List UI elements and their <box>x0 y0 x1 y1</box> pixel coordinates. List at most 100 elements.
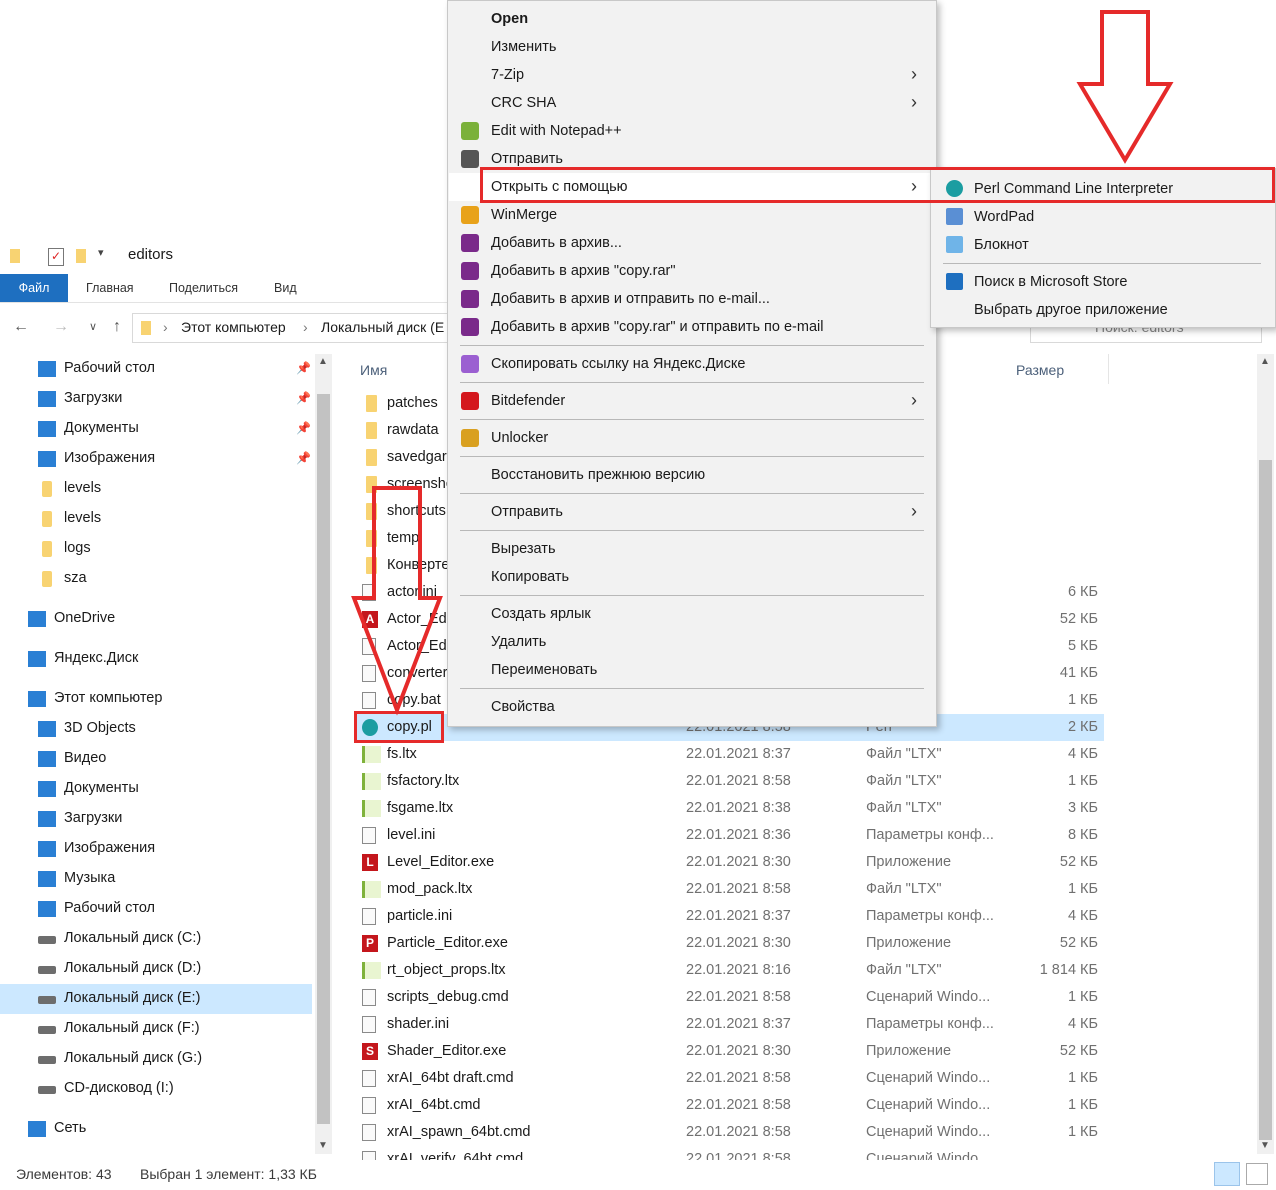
column-divider[interactable] <box>1108 354 1109 384</box>
pin-icon[interactable]: 📌 <box>296 421 311 435</box>
scroll-down-icon[interactable]: ▼ <box>1260 1140 1270 1151</box>
table-row[interactable]: S Shader_Editor.exe 22.01.2021 8:30 Приложе… <box>356 1038 1104 1065</box>
context-menu-item[interactable]: WinMerge <box>449 201 935 229</box>
context-menu-item[interactable]: Восстановить прежнюю версию <box>449 461 935 489</box>
breadcrumb-this-pc[interactable]: Этот компьютер <box>181 319 286 335</box>
nav-scrollbar-thumb[interactable] <box>317 394 330 1124</box>
context-menu-item[interactable]: Добавить в архив и отправить по e-mail..… <box>449 285 935 313</box>
properties-icon[interactable]: ✓ <box>48 248 64 266</box>
table-row[interactable]: xrAI_64bt.cmd 22.01.2021 8:58 Сценарий Win… <box>356 1092 1104 1119</box>
nav-item-label: sza <box>64 570 87 586</box>
nav-item[interactable]: Этот компьютер <box>0 684 312 714</box>
table-row[interactable]: fs.ltx 22.01.2021 8:37 Файл "LTX" 4 КБ <box>356 741 1104 768</box>
tab-home[interactable]: Главная <box>86 274 134 302</box>
context-menu-item[interactable]: Edit with Notepad++ <box>449 117 935 145</box>
context-menu-item[interactable]: Изменить <box>449 33 935 61</box>
nav-item[interactable]: Рабочий стол <box>0 894 312 924</box>
context-menu-item[interactable]: 7-Zip › <box>449 61 935 89</box>
nav-item[interactable]: Сеть <box>0 1114 312 1144</box>
new-folder-icon[interactable] <box>76 249 86 263</box>
tab-view[interactable]: Вид <box>274 274 297 302</box>
nav-item[interactable]: OneDrive <box>0 604 312 634</box>
forward-icon[interactable]: → <box>50 316 72 338</box>
nav-item[interactable]: levels <box>0 474 312 504</box>
context-menu-item[interactable]: Вырезать <box>449 535 935 563</box>
nav-item[interactable]: Локальный диск (C:) <box>0 924 312 954</box>
nav-item[interactable]: Изображения 📌 <box>0 444 312 474</box>
table-row[interactable]: level.ini 22.01.2021 8:36 Параметры конф..… <box>356 822 1104 849</box>
nav-item[interactable]: Документы 📌 <box>0 414 312 444</box>
nav-item[interactable]: Видео <box>0 744 312 774</box>
context-menu-item[interactable]: Создать ярлык <box>449 600 935 628</box>
table-row[interactable]: rt_object_props.ltx 22.01.2021 8:16 Файл "… <box>356 957 1104 984</box>
nav-item[interactable]: CD-дисковод (I:) <box>0 1074 312 1104</box>
chevron-down-icon[interactable]: ▾ <box>98 246 104 259</box>
scroll-up-icon[interactable]: ▲ <box>318 356 328 367</box>
context-menu-item[interactable]: Переименовать <box>449 656 935 684</box>
tab-file[interactable]: Файл <box>0 274 68 302</box>
context-menu-item[interactable]: Добавить в архив "copy.rar" <box>449 257 935 285</box>
context-menu-item[interactable]: Копировать <box>449 563 935 591</box>
recent-chevron-icon[interactable]: ∨ <box>82 316 104 338</box>
context-menu-item[interactable]: Unlocker <box>449 424 935 452</box>
column-header-size[interactable]: Размер <box>1016 362 1064 378</box>
table-row[interactable]: xrAI_spawn_64bt.cmd 22.01.2021 8:58 Сценар… <box>356 1119 1104 1146</box>
nav-item[interactable]: Изображения <box>0 834 312 864</box>
table-row[interactable]: fsfactory.ltx 22.01.2021 8:58 Файл "LTX" 1 … <box>356 768 1104 795</box>
pin-icon[interactable]: 📌 <box>296 451 311 465</box>
documents-icon <box>38 781 56 797</box>
scroll-down-icon[interactable]: ▼ <box>318 1140 328 1151</box>
nav-item[interactable]: Документы <box>0 774 312 804</box>
table-row[interactable]: fsgame.ltx 22.01.2021 8:38 Файл "LTX" 3 КБ <box>356 795 1104 822</box>
nav-item[interactable]: Загрузки <box>0 804 312 834</box>
nav-item[interactable]: Локальный диск (F:) <box>0 1014 312 1044</box>
scroll-up-icon[interactable]: ▲ <box>1260 356 1270 367</box>
context-menu-item[interactable]: Свойства <box>449 693 935 721</box>
nav-item[interactable]: Локальный диск (E:) <box>0 984 312 1014</box>
nav-item[interactable]: Локальный диск (D:) <box>0 954 312 984</box>
nav-item[interactable]: Яндекс.Диск <box>0 644 312 674</box>
breadcrumb[interactable]: › Этот компьютер › Локальный диск (E <box>132 313 464 343</box>
table-row[interactable]: shader.ini 22.01.2021 8:37 Параметры конф.… <box>356 1011 1104 1038</box>
context-menu-item[interactable]: CRC SHA › <box>449 89 935 117</box>
nav-item[interactable]: 3D Objects <box>0 714 312 744</box>
context-menu-item[interactable]: Добавить в архив... <box>449 229 935 257</box>
context-menu-item[interactable]: Bitdefender › <box>449 387 935 415</box>
breadcrumb-drive[interactable]: Локальный диск (E <box>321 319 444 335</box>
open-with-item[interactable]: Блокнот <box>932 231 1274 259</box>
tab-share[interactable]: Поделиться <box>169 274 238 302</box>
context-menu-item[interactable]: Open <box>449 5 935 33</box>
up-icon[interactable]: ↑ <box>106 316 128 338</box>
table-row[interactable]: P Particle_Editor.exe 22.01.2021 8:30 Прило… <box>356 930 1104 957</box>
tiles-view-icon[interactable] <box>1246 1163 1268 1185</box>
nav-item[interactable]: Музыка <box>0 864 312 894</box>
open-with-item[interactable]: WordPad <box>932 203 1274 231</box>
pin-icon[interactable]: 📌 <box>296 361 311 375</box>
table-row[interactable]: xrAI_verify_64bt.cmd 22.01.2021 8:58 Сцена… <box>356 1146 1104 1160</box>
table-row[interactable]: particle.ini 22.01.2021 8:37 Параметры кон… <box>356 903 1104 930</box>
nav-item[interactable]: sza <box>0 564 312 594</box>
open-with-item[interactable]: Поиск в Microsoft Store <box>932 268 1274 296</box>
context-menu-item[interactable]: Удалить <box>449 628 935 656</box>
nav-item[interactable]: Рабочий стол 📌 <box>0 354 312 384</box>
nav-item[interactable]: Локальный диск (G:) <box>0 1044 312 1074</box>
table-row[interactable]: L Level_Editor.exe 22.01.2021 8:30 Приложен… <box>356 849 1104 876</box>
file-size: 1 814 КБ <box>1039 962 1098 978</box>
table-row[interactable]: scripts_debug.cmd 22.01.2021 8:58 Сценарий… <box>356 984 1104 1011</box>
pin-icon[interactable]: 📌 <box>296 391 311 405</box>
column-header-name[interactable]: Имя <box>360 362 387 378</box>
context-menu: Open Изменить 7-Zip › CRC SHA › Edit with Note… <box>447 0 937 727</box>
context-menu-item[interactable]: Скопировать ссылку на Яндекс.Диске <box>449 350 935 378</box>
menu-item-label: Отправить <box>491 504 563 520</box>
back-icon[interactable]: ← <box>10 316 32 338</box>
open-with-item[interactable]: Выбрать другое приложение <box>932 296 1274 324</box>
table-row[interactable]: xrAI_64bt draft.cmd 22.01.2021 8:58 Сценар… <box>356 1065 1104 1092</box>
details-view-icon[interactable] <box>1214 1162 1240 1186</box>
context-menu-item[interactable]: Добавить в архив "copy.rar" и отправить … <box>449 313 935 341</box>
table-row[interactable]: mod_pack.ltx 22.01.2021 8:58 Файл "LTX" 1 К… <box>356 876 1104 903</box>
context-menu-item[interactable]: Отправить › <box>449 498 935 526</box>
nav-item[interactable]: levels <box>0 504 312 534</box>
list-scrollbar-thumb[interactable] <box>1259 460 1272 1140</box>
nav-item[interactable]: logs <box>0 534 312 564</box>
nav-item[interactable]: Загрузки 📌 <box>0 384 312 414</box>
